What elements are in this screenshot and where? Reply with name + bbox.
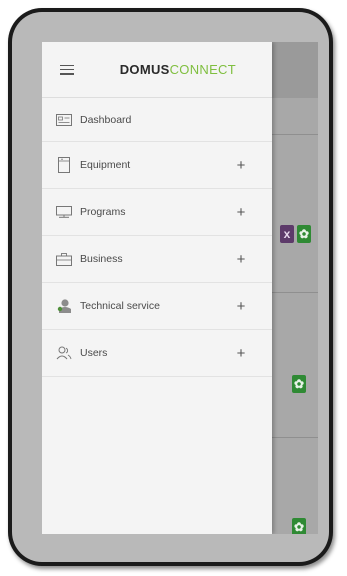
menu-item-business[interactable]: Business + (42, 236, 272, 283)
users-icon (56, 345, 72, 361)
settings-chip[interactable]: ✿ (292, 375, 306, 393)
logo-part-domus: DOMUS (119, 62, 170, 77)
expand-plus-icon[interactable]: + (234, 157, 248, 174)
expand-plus-icon[interactable]: + (234, 298, 248, 315)
drawer-header: DOMUSCONNECT (42, 42, 272, 98)
menu-item-programs[interactable]: Programs + (42, 189, 272, 236)
menu-item-technical-service[interactable]: Technical service + (42, 283, 272, 330)
equipment-icon (56, 157, 72, 173)
menu-item-label: Business (80, 253, 123, 265)
menu-item-label: Programs (80, 206, 126, 218)
drawer-menu: Dashboard Equipment + Programs + Busines… (42, 98, 272, 377)
expand-plus-icon[interactable]: + (234, 345, 248, 362)
dashboard-icon (56, 112, 72, 128)
app-screen: x ✿ ✿ ✿ DOMUSCONNECT Dashboard Equipment… (42, 42, 318, 534)
navigation-drawer: DOMUSCONNECT Dashboard Equipment + Progr… (42, 42, 272, 534)
menu-item-users[interactable]: Users + (42, 330, 272, 377)
menu-item-label: Dashboard (80, 113, 132, 126)
menu-item-label: Equipment (80, 159, 131, 171)
hamburger-menu-icon[interactable] (60, 64, 74, 75)
settings-chip[interactable]: ✿ (297, 225, 311, 243)
expand-plus-icon[interactable]: + (234, 251, 248, 268)
menu-item-dashboard[interactable]: Dashboard (42, 98, 272, 142)
menu-item-label: Technical service (80, 300, 160, 312)
programs-icon (56, 204, 72, 220)
menu-item-equipment[interactable]: Equipment + (42, 142, 272, 189)
expand-plus-icon[interactable]: + (234, 204, 248, 221)
business-icon (56, 251, 72, 267)
menu-item-label: Users (80, 347, 108, 359)
technical-service-icon (56, 298, 72, 314)
settings-chip[interactable]: ✿ (292, 518, 306, 534)
logo-part-connect: CONNECT (169, 62, 236, 77)
delete-chip[interactable]: x (280, 225, 294, 243)
brand-logo: DOMUSCONNECT (120, 62, 236, 77)
